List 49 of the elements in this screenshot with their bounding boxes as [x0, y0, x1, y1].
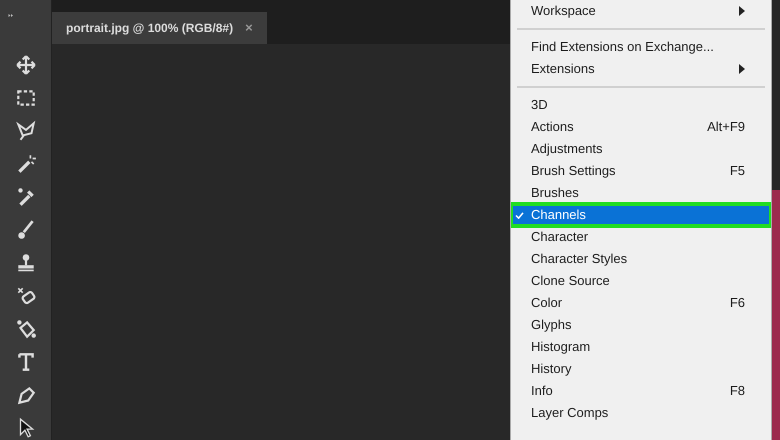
menu-item[interactable]: Histogram	[511, 336, 771, 358]
menu-item-label: Glyphs	[531, 316, 572, 334]
menu-item-label: Extensions	[531, 60, 596, 78]
menu-item-label: Brush Settings	[531, 162, 617, 180]
menu-item-label: Layer Comps	[531, 404, 610, 422]
menu-item-label: Adjustments	[531, 140, 604, 158]
menu-item[interactable]: Find Extensions on Exchange...	[511, 36, 771, 58]
menu-item[interactable]: Info F8	[511, 380, 771, 402]
menu-item-label: Character	[531, 228, 590, 246]
document-tab-title: portrait.jpg @ 100% (RGB/8#)	[66, 20, 234, 37]
close-icon[interactable]: ×	[245, 18, 253, 38]
menu-item[interactable]: Color F6	[511, 292, 771, 314]
menu-item-label: Workspace	[531, 2, 597, 20]
menu-item[interactable]: Character Styles	[511, 248, 771, 270]
shortcut-label: Alt+F9	[707, 118, 745, 136]
menu-item[interactable]: Clone Source	[511, 270, 771, 292]
menu-item[interactable]: Brush Settings F5	[511, 160, 771, 182]
lasso-tool-icon[interactable]	[14, 119, 36, 143]
menu-item[interactable]: Adjustments	[511, 138, 771, 160]
menu-item[interactable]: Actions Alt+F9	[511, 116, 771, 138]
menu-item-label: Find Extensions on Exchange...	[531, 38, 715, 56]
shortcut-label: F8	[730, 382, 745, 400]
menu-item[interactable]: Extensions	[511, 58, 771, 80]
menu-item-label: Color	[531, 294, 564, 312]
shortcut-label: F6	[730, 294, 745, 312]
menu-item-label: Info	[531, 382, 554, 400]
shortcut-label: F5	[730, 162, 745, 180]
menu-item-label: Character Styles	[531, 250, 628, 268]
move-tool-icon[interactable]	[14, 53, 36, 77]
bucket-tool-icon[interactable]	[14, 317, 36, 341]
menu-item[interactable]: 3D	[511, 94, 771, 116]
menu-item[interactable]: Workspace	[511, 0, 771, 22]
menu-item-label: Actions	[531, 118, 575, 136]
menu-item[interactable]: Character	[511, 226, 771, 248]
menu-item-label: Clone Source	[531, 272, 611, 290]
menu-item-label: History	[531, 360, 572, 378]
submenu-arrow-icon	[739, 6, 745, 16]
submenu-arrow-icon	[739, 64, 745, 74]
menu-item[interactable]: Layer Comps	[511, 402, 771, 424]
menu-item-label: 3D	[531, 96, 549, 114]
menu-item-label: Histogram	[531, 338, 592, 356]
menu-item-label: Channels	[531, 206, 587, 224]
document-tab[interactable]: portrait.jpg @ 100% (RGB/8#) ×	[52, 12, 267, 44]
menu-item[interactable]: Glyphs	[511, 314, 771, 336]
menu-item[interactable]: Brushes	[511, 182, 771, 204]
menu-item[interactable]: History	[511, 358, 771, 380]
menu-item-label: Brushes	[531, 184, 580, 202]
check-icon	[515, 212, 524, 218]
menu-item[interactable]: Channels	[511, 204, 771, 226]
